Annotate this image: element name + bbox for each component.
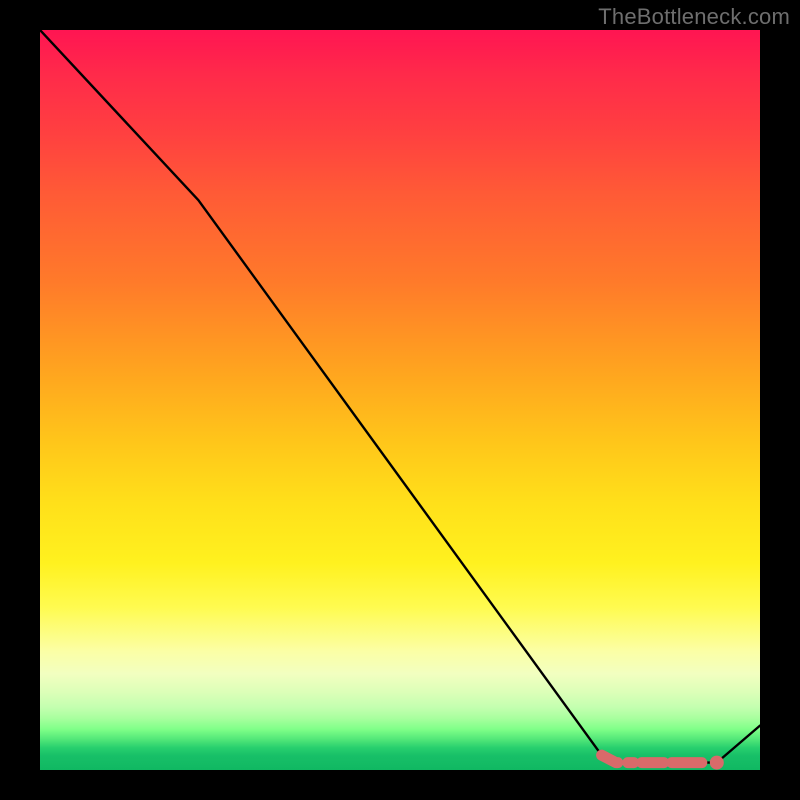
watermark-text: TheBottleneck.com <box>598 4 790 30</box>
curve-layer <box>40 30 760 770</box>
plot-area <box>40 30 760 770</box>
bottleneck-curve-path <box>40 30 760 763</box>
highlight-segment-path <box>602 755 717 762</box>
chart-frame: TheBottleneck.com <box>0 0 800 800</box>
highlight-end-dot <box>710 756 724 770</box>
